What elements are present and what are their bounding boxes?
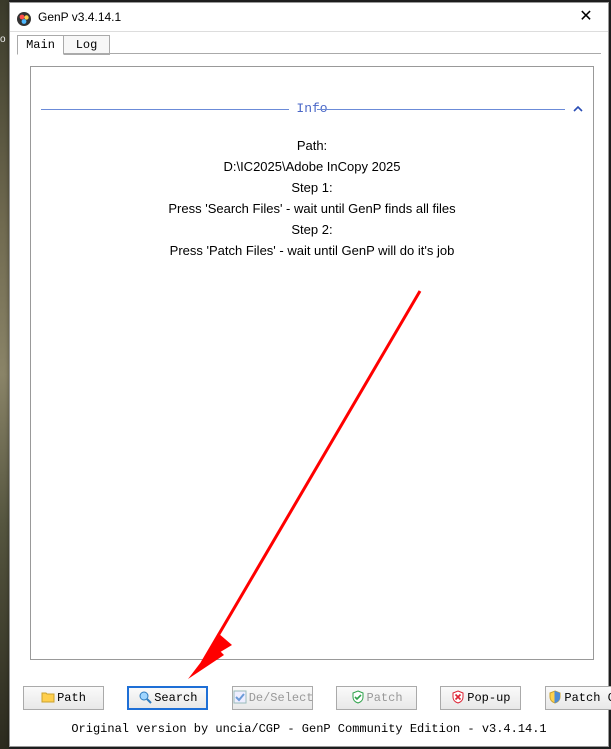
footer-text: Original version by uncia/CGP - GenP Com… bbox=[10, 722, 608, 736]
deselect-button[interactable]: De/Select bbox=[232, 686, 313, 710]
close-button[interactable]: ✕ bbox=[564, 3, 608, 31]
search-button[interactable]: Search bbox=[127, 686, 208, 710]
tab-main[interactable]: Main bbox=[17, 35, 64, 55]
step1-text: Press 'Search Files' - wait until GenP f… bbox=[31, 198, 593, 219]
search-icon bbox=[138, 690, 152, 704]
shield-x-icon bbox=[451, 690, 465, 704]
step2-text: Press 'Patch Files' - wait until GenP wi… bbox=[31, 240, 593, 261]
path-button[interactable]: Path bbox=[23, 686, 104, 710]
info-body: Path: D:\IC2025\Adobe InCopy 2025 Step 1… bbox=[31, 135, 593, 261]
app-icon bbox=[16, 9, 32, 25]
button-bar: Path Search De/Select Patch Pop-up Patch… bbox=[23, 686, 595, 710]
chevron-up-icon bbox=[573, 104, 583, 114]
shield-check-icon bbox=[351, 690, 365, 704]
folder-icon bbox=[41, 690, 55, 704]
step2-label: Step 2: bbox=[31, 219, 593, 240]
shield-icon bbox=[548, 690, 562, 704]
popup-button[interactable]: Pop-up bbox=[440, 686, 521, 710]
patchcc-button[interactable]: Patch CC bbox=[545, 686, 611, 710]
path-value: D:\IC2025\Adobe InCopy 2025 bbox=[31, 156, 593, 177]
info-header-row: Info bbox=[41, 101, 583, 117]
title-bar: GenP v3.4.14.1 ✕ bbox=[10, 3, 608, 32]
app-window: GenP v3.4.14.1 ✕ MainLog Info Path: D:\I… bbox=[9, 2, 609, 747]
close-icon: ✕ bbox=[579, 8, 592, 25]
tab-underline bbox=[17, 53, 601, 54]
desktop-edge: o bbox=[0, 0, 9, 749]
info-divider-right bbox=[317, 109, 565, 110]
tab-strip: MainLog bbox=[17, 35, 109, 55]
tab-log[interactable]: Log bbox=[63, 35, 110, 55]
main-panel: Info Path: D:\IC2025\Adobe InCopy 2025 S… bbox=[30, 66, 594, 660]
patch-button[interactable]: Patch bbox=[336, 686, 417, 710]
step1-label: Step 1: bbox=[31, 177, 593, 198]
checkbox-icon bbox=[233, 690, 247, 704]
path-label: Path: bbox=[31, 135, 593, 156]
window-title: GenP v3.4.14.1 bbox=[38, 3, 121, 31]
collapse-toggle[interactable] bbox=[573, 104, 583, 114]
